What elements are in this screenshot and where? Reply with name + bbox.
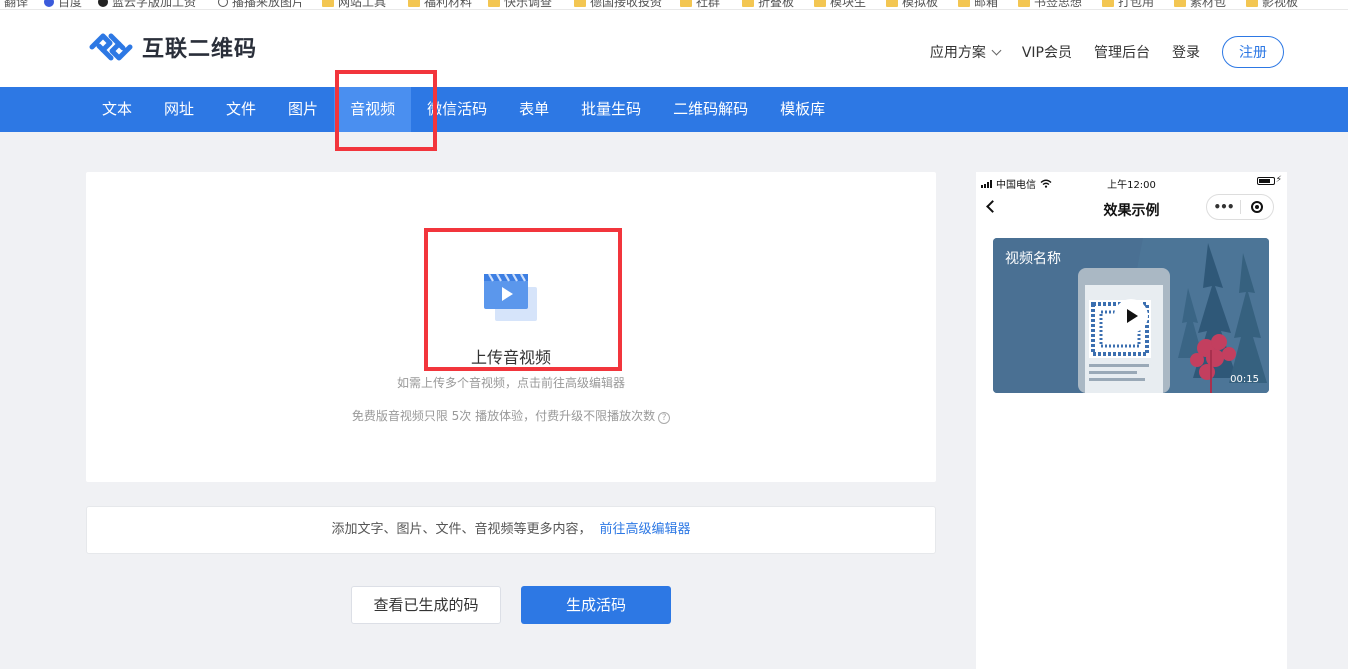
bookmark-label: 福利材料 (424, 0, 473, 9)
site-icon (98, 0, 108, 7)
folder-icon (408, 0, 420, 7)
advanced-editor-link[interactable]: 前往高级编辑器 (600, 522, 691, 537)
nav-vip[interactable]: VIP会员 (1022, 42, 1072, 62)
phone-preview: 中国电信 上午12:00 ⚡ 效果示例 ••• 视频名称 00:15 (976, 172, 1287, 669)
bookmark-item[interactable]: 福利材料 (408, 0, 473, 9)
bookmark-item[interactable]: 社群 (680, 0, 721, 9)
tab-text[interactable]: 文本 (86, 87, 148, 132)
play-icon[interactable] (1114, 299, 1148, 333)
upload-hint: 如需上传多个音视频，点击前往高级编辑器 (396, 376, 625, 390)
bookmark-label: 模块生 (830, 0, 867, 9)
bookmark-label: 德国接收投资 (590, 0, 663, 9)
tab-form[interactable]: 表单 (503, 87, 565, 132)
bookmark-label: 播播来放图片 (232, 0, 305, 9)
chevron-down-icon (991, 45, 1002, 55)
tab-template-library[interactable]: 模板库 (764, 87, 841, 132)
close-target-button[interactable] (1241, 201, 1273, 213)
sample-video-card[interactable]: 视频名称 00:15 (993, 238, 1269, 393)
folder-icon (742, 0, 754, 7)
site-header: 互联二维码 应用方案 VIP会员 管理后台 登录 注册 (0, 10, 1348, 87)
bookmark-item[interactable]: 邮箱 (958, 0, 999, 9)
bookmark-label: 邮箱 (974, 0, 999, 9)
bookmark-label: 社群 (696, 0, 721, 9)
folder-icon (574, 0, 586, 7)
folder-icon (1102, 0, 1114, 7)
bookmark-item[interactable]: 播播来放图片 (218, 0, 305, 9)
nav-solutions[interactable]: 应用方案 (929, 42, 1002, 62)
status-time: 上午12:00 (1107, 180, 1156, 191)
category-tabs-bar: 文本 网址 文件 图片 音视频 微信活码 表单 批量生码 二维码解码 模板库 (0, 87, 1348, 132)
bookmark-label: 素材包 (1190, 0, 1227, 9)
logo-text: 互联二维码 (142, 37, 258, 62)
bookmark-item[interactable]: 模拟板 (886, 0, 939, 9)
bookmark-label: 书签思想 (1034, 0, 1083, 9)
globe-icon (218, 0, 228, 7)
folder-icon (814, 0, 826, 7)
folder-icon (886, 0, 898, 7)
bookmark-label: 网站工具 (338, 0, 387, 9)
bookmark-label: 影视板 (1262, 0, 1299, 9)
phone-status-bar: 中国电信 上午12:00 ⚡ (976, 172, 1287, 192)
upload-note-text: 免费版音视频只限 5次 播放体验，付费升级不限播放次数 (351, 409, 656, 423)
charging-icon: ⚡ (1275, 175, 1282, 185)
logo-icon (89, 33, 133, 61)
video-name-label: 视频名称 (1005, 251, 1061, 267)
bookmark-item[interactable]: 折叠板 (742, 0, 795, 9)
bookmarks-bar: 翻译 百度 蓝云字版加工资 播播来放图片 网站工具 福利材料 快乐调查 德国接收… (0, 0, 1348, 10)
site-logo[interactable]: 互联二维码 (88, 30, 257, 64)
tab-batch-generate[interactable]: 批量生码 (565, 87, 657, 132)
battery-icon (1257, 177, 1275, 185)
upload-note: 免费版音视频只限 5次 播放体验，付费升级不限播放次数? (86, 407, 936, 424)
add-content-bar: 添加文字、图片、文件、音视频等更多内容， 前往高级编辑器 (86, 506, 936, 554)
video-duration: 00:15 (1230, 374, 1259, 385)
bookmark-label: 快乐调查 (504, 0, 553, 9)
add-content-text: 添加文字、图片、文件、音视频等更多内容， (331, 522, 592, 537)
top-nav: 应用方案 VIP会员 管理后台 登录 注册 (930, 36, 1284, 68)
question-circle-icon[interactable]: ? (658, 412, 671, 424)
bookmark-item[interactable]: 德国接收投资 (574, 0, 663, 9)
folder-icon (1174, 0, 1186, 7)
bookmark-item[interactable]: 翻译 (4, 0, 29, 9)
bookmark-item[interactable]: 网站工具 (322, 0, 387, 9)
highlight-box-tab (335, 70, 437, 151)
more-icon[interactable]: ••• (1207, 200, 1240, 214)
bookmark-label: 百度 (58, 0, 83, 9)
bookmark-item[interactable]: 打包用 (1102, 0, 1155, 9)
tab-file[interactable]: 文件 (210, 87, 272, 132)
bookmark-item[interactable]: 影视板 (1246, 0, 1299, 9)
view-generated-codes-button[interactable]: 查看已生成的码 (351, 586, 501, 624)
bookmark-label: 打包用 (1118, 0, 1155, 9)
bookmark-label: 模拟板 (902, 0, 939, 9)
bookmark-item[interactable]: 模块生 (814, 0, 867, 9)
folder-icon (1246, 0, 1258, 7)
mini-program-nav: 效果示例 ••• (976, 194, 1287, 224)
bookmark-item[interactable]: 书签思想 (1018, 0, 1083, 9)
folder-icon (322, 0, 334, 7)
folder-icon (488, 0, 500, 7)
nav-solutions-label: 应用方案 (929, 45, 986, 61)
folder-icon (958, 0, 970, 7)
tab-image[interactable]: 图片 (272, 87, 334, 132)
bookmark-label: 蓝云字版加工资 (112, 0, 197, 9)
baidu-icon (44, 0, 54, 7)
tab-url[interactable]: 网址 (148, 87, 210, 132)
nav-admin[interactable]: 管理后台 (1094, 42, 1150, 62)
bookmark-label: 折叠板 (758, 0, 795, 9)
target-icon (1250, 201, 1263, 213)
bookmark-label: 翻译 (4, 0, 29, 9)
generate-live-code-button[interactable]: 生成活码 (521, 586, 671, 624)
bookmark-item[interactable]: 蓝云字版加工资 (98, 0, 197, 9)
folder-icon (1018, 0, 1030, 7)
tab-qr-decode[interactable]: 二维码解码 (657, 87, 764, 132)
folder-icon (680, 0, 692, 7)
register-button[interactable]: 注册 (1222, 36, 1284, 68)
highlight-box-upload (424, 228, 622, 371)
bookmark-item[interactable]: 百度 (44, 0, 83, 9)
nav-login[interactable]: 登录 (1172, 42, 1200, 62)
bookmark-item[interactable]: 快乐调查 (488, 0, 553, 9)
bookmark-item[interactable]: 素材包 (1174, 0, 1227, 9)
mini-program-capsule: ••• (1206, 194, 1274, 220)
